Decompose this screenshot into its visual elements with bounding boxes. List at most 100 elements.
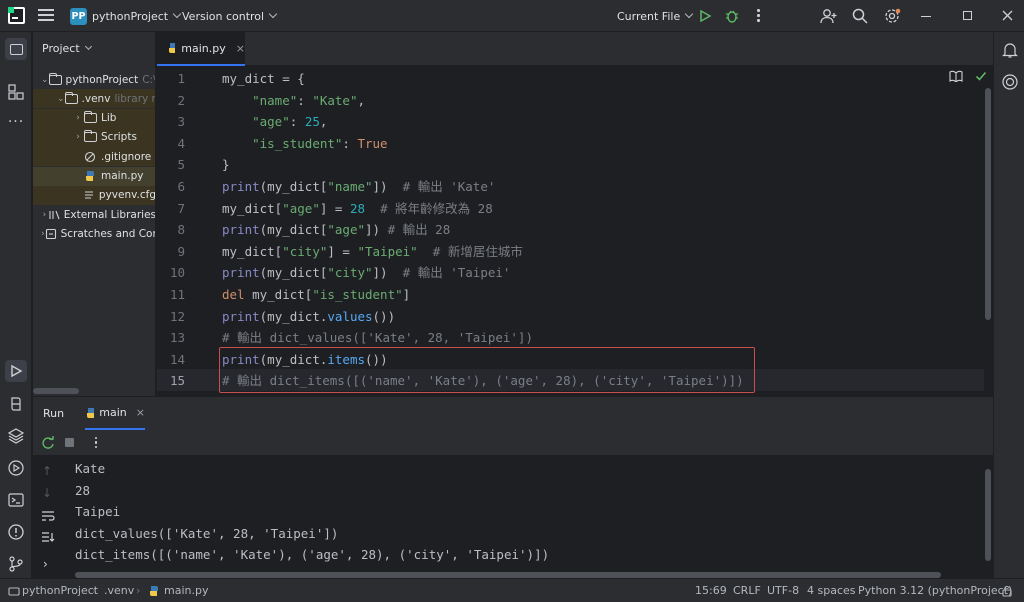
- vcs-menu[interactable]: Version control: [182, 0, 278, 32]
- indent-setting[interactable]: 4 spaces: [807, 584, 856, 597]
- vertical-scrollbar[interactable]: [985, 88, 991, 320]
- line-number-gutter: 1 2 3 4 5 6 7 8 9 10 11 12 13 14 15: [157, 66, 217, 396]
- line-number: 6: [177, 179, 185, 194]
- more-tools-icon[interactable]: ···: [6, 112, 26, 132]
- code-line[interactable]: print(my_dict.values()): [222, 306, 395, 328]
- problems-icon[interactable]: [6, 522, 26, 542]
- ignore-file-icon: [83, 151, 97, 163]
- run-icon[interactable]: [698, 9, 712, 23]
- code-line[interactable]: print(my_dict["age"]) # 輸出 28: [222, 219, 450, 241]
- close-tab-icon[interactable]: ×: [236, 42, 245, 55]
- collapse-arrow-icon[interactable]: ›: [73, 132, 83, 142]
- more-actions-icon[interactable]: [95, 437, 98, 449]
- chevron-down-icon: [84, 42, 92, 51]
- tree-item-hint: library ro: [114, 92, 156, 105]
- code-line[interactable]: my_dict = {: [222, 68, 305, 90]
- stop-icon[interactable]: [65, 438, 74, 447]
- layers-icon[interactable]: [6, 426, 26, 446]
- lock-icon[interactable]: [1001, 585, 1013, 597]
- structure-icon[interactable]: [6, 82, 26, 102]
- run-panel-header: Run main ×: [33, 397, 993, 430]
- project-switcher[interactable]: PP pythonProject: [70, 0, 182, 32]
- project-panel-header[interactable]: Project: [42, 42, 92, 55]
- reader-mode-book-icon[interactable]: [949, 70, 963, 82]
- run-tab-label: main: [99, 406, 127, 419]
- code-line[interactable]: "age": 25,: [222, 111, 327, 133]
- python-file-icon: [87, 407, 95, 418]
- tree-item[interactable]: pyvenv.cfg: [33, 185, 155, 205]
- line-number: 2: [177, 92, 185, 108]
- collapse-arrow-icon[interactable]: ›: [73, 113, 83, 123]
- code-line[interactable]: "name": "Kate",: [222, 90, 365, 112]
- run-tool-icon[interactable]: [5, 360, 27, 382]
- search-icon[interactable]: [852, 8, 868, 24]
- close-window-icon[interactable]: [1002, 10, 1013, 21]
- code-line[interactable]: "is_student": True: [222, 133, 387, 155]
- code-line[interactable]: print(my_dict["name"]) # 輸出 'Kate': [222, 176, 495, 198]
- horizontal-scrollbar[interactable]: [33, 387, 155, 395]
- code-line[interactable]: print(my_dict["city"]) # 輸出 'Taipei': [222, 262, 510, 284]
- debug-icon[interactable]: [724, 8, 740, 24]
- code-line[interactable]: my_dict["city"] = "Taipei" # 新增居住城市: [222, 241, 523, 263]
- run-config-label: Current File: [617, 9, 681, 23]
- caret-position[interactable]: 15:69: [695, 584, 727, 597]
- rerun-icon[interactable]: [41, 436, 55, 450]
- line-number: 12: [169, 308, 185, 324]
- services-icon[interactable]: [6, 458, 26, 478]
- tree-item-label: .gitignore: [101, 150, 152, 163]
- python-interpreter[interactable]: Python 3.12 (pythonProject): [858, 584, 1012, 597]
- tree-item-label: Scratches and Cor: [60, 227, 156, 240]
- main-menu-icon[interactable]: [38, 9, 54, 21]
- line-separator[interactable]: CRLF: [733, 584, 761, 597]
- code-line[interactable]: my_dict["age"] = 28 # 將年齡修改為 28: [222, 198, 493, 220]
- code-line[interactable]: }: [222, 154, 230, 176]
- ai-assistant-icon[interactable]: [1000, 72, 1020, 92]
- project-name: pythonProject: [92, 9, 169, 23]
- tree-item-label: Lib: [101, 112, 117, 125]
- highlight-box: [219, 347, 755, 393]
- settings-gear-icon[interactable]: [884, 8, 901, 25]
- more-actions-icon[interactable]: [757, 9, 760, 23]
- tree-item[interactable]: .gitignore: [33, 147, 155, 167]
- breadcrumb-separator-icon: ›: [136, 584, 141, 597]
- right-tool-strip: [993, 32, 1024, 578]
- output-line: dict_values(['Kate', 28, 'Taipei']): [75, 525, 339, 541]
- add-user-icon[interactable]: [820, 8, 838, 24]
- breadcrumb-file[interactable]: main.py: [164, 584, 208, 597]
- restore-icon[interactable]: [963, 11, 972, 20]
- tab-main-py[interactable]: main.py ×: [157, 32, 245, 66]
- breadcrumb-venv[interactable]: .venv: [104, 584, 134, 597]
- breadcrumb-project[interactable]: pythonProject: [22, 584, 98, 597]
- file-encoding[interactable]: UTF-8: [767, 584, 799, 597]
- output-line: Kate: [75, 461, 106, 476]
- notifications-bell-icon[interactable]: [1000, 40, 1020, 60]
- pycharm-logo-icon[interactable]: [8, 7, 25, 24]
- line-number: 1: [177, 71, 185, 86]
- terminal-icon[interactable]: [6, 490, 26, 510]
- tree-item[interactable]: › Lib: [33, 108, 155, 128]
- tree-item[interactable]: › Scripts: [33, 127, 155, 147]
- run-output[interactable]: Kate 28 Taipei dict_values(['Kate', 28, 'Ta…: [33, 457, 973, 569]
- run-tab-main[interactable]: main ×: [85, 397, 145, 430]
- collapse-arrow-icon[interactable]: ›: [41, 210, 48, 220]
- python-packages-icon[interactable]: [6, 394, 26, 414]
- tree-item[interactable]: ⌄ .venvlibrary ro: [33, 89, 156, 109]
- project-tool-icon[interactable]: [5, 38, 27, 60]
- title-bar: PP pythonProject Version control Current…: [0, 0, 1024, 32]
- tree-item[interactable]: › External Libraries: [33, 205, 156, 224]
- code-line[interactable]: # 輸出 dict_values(['Kate', 28, 'Taipei']): [222, 327, 533, 349]
- close-tab-icon[interactable]: ×: [136, 406, 145, 419]
- git-icon[interactable]: [6, 554, 26, 574]
- tree-item-label: .venv: [81, 92, 111, 105]
- tree-item[interactable]: › Scratches and Cor: [33, 224, 156, 243]
- tree-item[interactable]: ⌄ pythonProject C:\: [33, 70, 155, 89]
- tree-item-label: External Libraries: [63, 208, 156, 221]
- run-config-selector[interactable]: Current File: [617, 0, 694, 32]
- output-vertical-scrollbar[interactable]: [985, 469, 991, 561]
- project-panel: Project ⌄ pythonProject C:\ ⌄ .venv library r…: [33, 32, 156, 396]
- tree-item[interactable]: main.py: [33, 166, 155, 186]
- minimize-icon[interactable]: [921, 16, 931, 18]
- code-line[interactable]: del my_dict["is_student"]: [222, 284, 410, 306]
- expand-arrow-icon[interactable]: ⌄: [57, 94, 65, 104]
- expand-arrow-icon[interactable]: ⌄: [41, 75, 49, 85]
